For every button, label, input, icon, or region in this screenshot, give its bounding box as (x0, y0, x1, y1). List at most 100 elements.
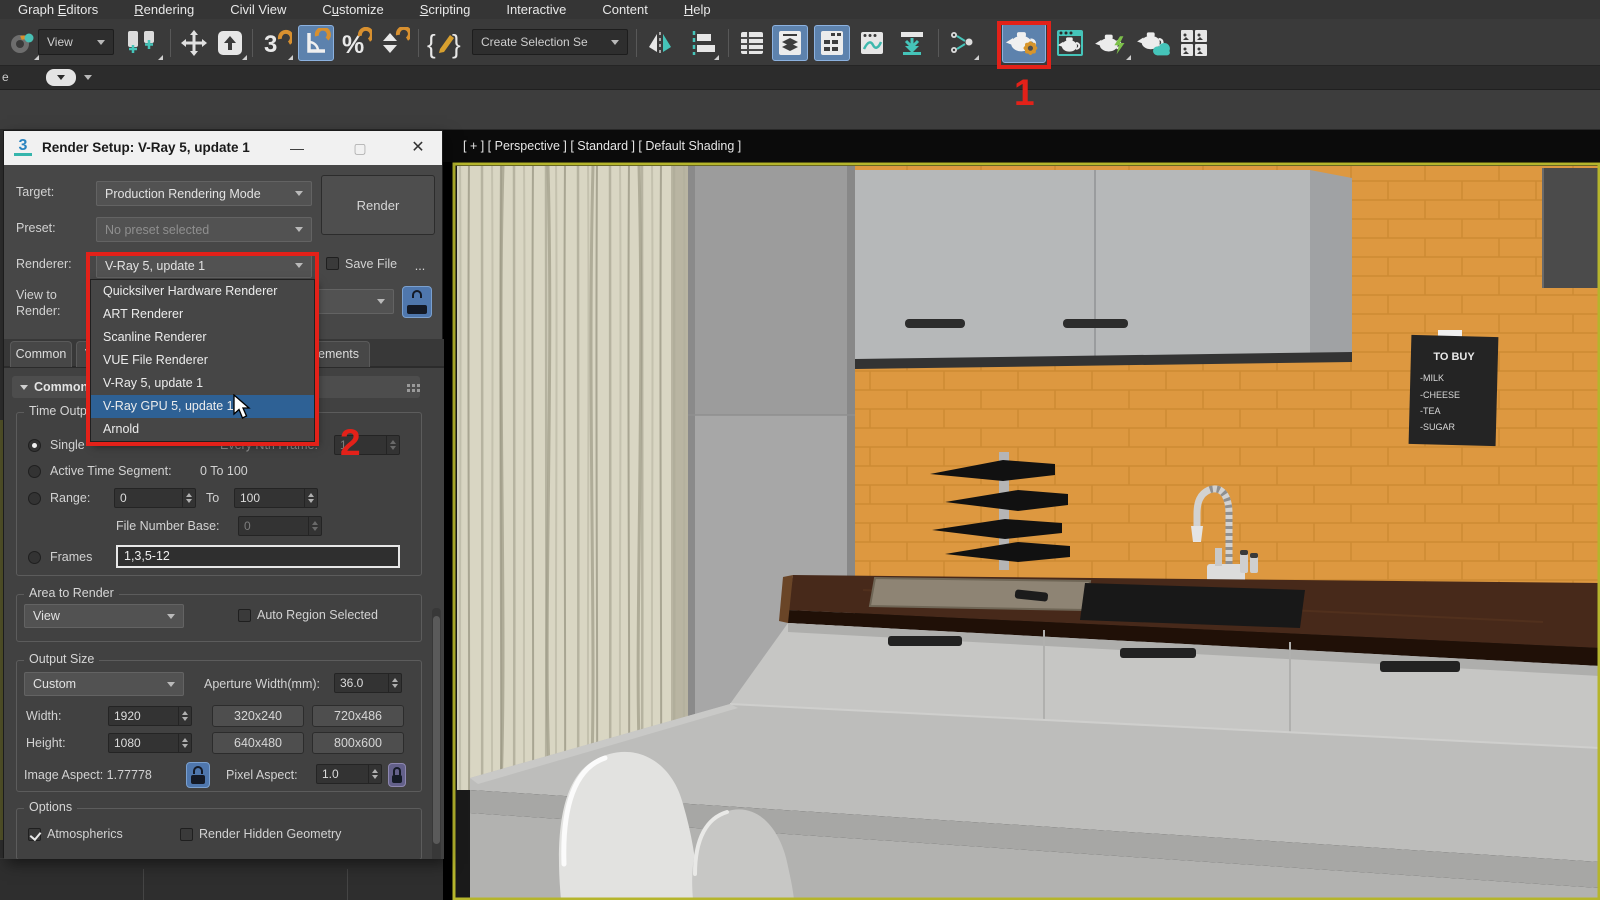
render-production-icon[interactable] (1090, 25, 1132, 61)
active-segment-radio[interactable] (28, 465, 41, 478)
width-spinner[interactable]: 1920 (108, 706, 192, 726)
menu-civil-view[interactable]: Civil View (212, 0, 304, 19)
menu-rendering[interactable]: Rendering (116, 0, 212, 19)
annotation-number-1: 1 (1014, 72, 1035, 113)
svg-text:}: } (452, 29, 461, 59)
cutting-board (868, 576, 1092, 612)
annotation-box-2 (86, 252, 319, 446)
rendered-frame-window-icon[interactable] (1052, 25, 1088, 61)
curve-editor-icon[interactable] (854, 25, 890, 61)
perspective-viewport[interactable]: [ + ] [ Perspective ] [ Standard ] [ Def… (443, 130, 1600, 900)
menu-interactive[interactable]: Interactive (488, 0, 584, 19)
ribbon-toggle-icon[interactable] (814, 25, 850, 61)
blackboard-title: TO BUY (1433, 351, 1475, 363)
preset-320x240-button[interactable]: 320x240 (212, 705, 304, 727)
pixel-aspect-spinner[interactable]: 1.0 (316, 764, 382, 784)
link-icon[interactable] (4, 25, 40, 61)
angle-snap-icon[interactable] (298, 25, 334, 61)
align-icon[interactable] (684, 25, 720, 61)
output-size-dropdown[interactable]: Custom (24, 672, 184, 696)
viewport-scene[interactable]: TO BUY -MILK -CHEESE -TEA -SUGAR (443, 162, 1600, 900)
render-hidden-checkbox[interactable] (180, 828, 193, 841)
create-selection-set-dropdown[interactable]: Create Selection Se (472, 29, 628, 55)
dialog-titlebar[interactable]: 3 Render Setup: V-Ray 5, update 1 — ▢ ✕ (4, 131, 442, 165)
save-file-browse-button[interactable]: ... (406, 253, 434, 278)
area-to-render-label: Area to Render (24, 586, 119, 600)
file-number-base-spinner[interactable]: 0 (238, 516, 322, 536)
pivot-center-icon[interactable] (120, 25, 164, 61)
chevron-down-icon[interactable] (84, 75, 92, 80)
render-cloud-icon[interactable] (1132, 25, 1174, 61)
spinner-snap-icon[interactable] (376, 25, 412, 61)
select-move-icon[interactable] (176, 25, 212, 61)
menu-help[interactable]: Help (666, 0, 729, 19)
atmospherics-checkbox[interactable] (28, 828, 41, 841)
menu-bar: Graph Editors Rendering Civil View Custo… (0, 0, 1600, 19)
area-to-render-dropdown[interactable]: View (24, 604, 184, 628)
annotation-box-1 (997, 21, 1051, 69)
aperture-spinner[interactable]: 36.0 (334, 673, 402, 693)
frames-radio[interactable] (28, 551, 41, 564)
menu-content[interactable]: Content (584, 0, 666, 19)
close-button[interactable]: ✕ (400, 131, 436, 165)
tab-common[interactable]: Common (10, 341, 72, 367)
layer-explorer-icon[interactable] (772, 25, 808, 61)
preset-720x486-button[interactable]: 720x486 (312, 705, 404, 727)
aperture-label: Aperture Width(mm): (204, 677, 320, 691)
material-editor-icon[interactable] (944, 25, 980, 61)
single-radio[interactable] (28, 439, 41, 452)
chevron-down-icon (295, 227, 303, 232)
auto-region-checkbox[interactable] (238, 609, 251, 622)
blackboard-line: -TEA (1420, 406, 1441, 416)
viewport-header[interactable]: [ + ] [ Perspective ] [ Standard ] [ Def… (443, 130, 1600, 162)
render-presets-icon[interactable] (1176, 25, 1212, 61)
preset-800x600-button[interactable]: 800x600 (312, 732, 404, 754)
mirror-icon[interactable] (642, 25, 678, 61)
reference-coordsys-dropdown[interactable]: View (38, 29, 114, 55)
maximize-button[interactable]: ▢ (342, 131, 378, 165)
auto-region-label: Auto Region Selected (257, 608, 378, 622)
save-file-checkbox[interactable] (326, 257, 339, 270)
panel-scrollbar[interactable] (432, 608, 441, 859)
annotation-number-2: 2 (340, 422, 361, 463)
viewport-header-label[interactable]: [ + ] [ Perspective ] [ Standard ] [ Def… (463, 139, 741, 153)
lock-icon (412, 290, 422, 298)
frames-input[interactable]: 1,3,5-12 (116, 545, 400, 568)
toolbar-separator (170, 29, 171, 57)
preset-640x480-button[interactable]: 640x480 (212, 732, 304, 754)
select-place-icon[interactable] (212, 25, 248, 61)
menu-graph-editors[interactable]: Graph Editors (0, 0, 116, 19)
named-selection-sets-icon[interactable]: {} (424, 25, 468, 61)
percent-snap-icon[interactable]: % (338, 25, 374, 61)
view-to-render-label: View to (16, 288, 57, 302)
chevron-down-icon (611, 39, 619, 45)
viewport-lock-button[interactable] (402, 286, 432, 318)
range-label: Range: (50, 491, 91, 505)
scrollbar-thumb[interactable] (433, 616, 440, 844)
range-to-spinner[interactable]: 100 (234, 488, 318, 508)
drawer-handle (888, 636, 962, 646)
image-aspect-lock-button[interactable] (186, 762, 210, 788)
blackboard: TO BUY -MILK -CHEESE -TEA -SUGAR (1408, 330, 1499, 447)
single-label: Single (50, 438, 85, 452)
pixel-aspect-lock-button[interactable] (388, 763, 406, 787)
viewport-layout-button[interactable] (46, 69, 76, 86)
ribbon-bar (0, 90, 1600, 130)
chevron-down-icon (167, 613, 175, 619)
image-aspect-label: Image Aspect: 1.77778 (24, 768, 152, 782)
snaps-3d-icon[interactable]: 3 (258, 25, 294, 61)
preset-dropdown[interactable]: No preset selected (96, 217, 312, 242)
frames-label: Frames (50, 550, 93, 564)
target-dropdown[interactable]: Production Rendering Mode (96, 181, 312, 206)
atmospherics-label: Atmospherics (47, 827, 123, 841)
render-button[interactable]: Render (321, 175, 435, 235)
height-spinner[interactable]: 1080 (108, 733, 192, 753)
schematic-view-icon[interactable] (894, 25, 930, 61)
menu-customize[interactable]: Customize (304, 0, 401, 19)
reference-coordsys-value: View (47, 35, 73, 49)
menu-scripting[interactable]: Scripting (402, 0, 489, 19)
scene-explorer-icon[interactable] (734, 25, 770, 61)
range-radio[interactable] (28, 492, 41, 505)
minimize-button[interactable]: — (279, 131, 315, 165)
range-from-spinner[interactable]: 0 (114, 488, 196, 508)
